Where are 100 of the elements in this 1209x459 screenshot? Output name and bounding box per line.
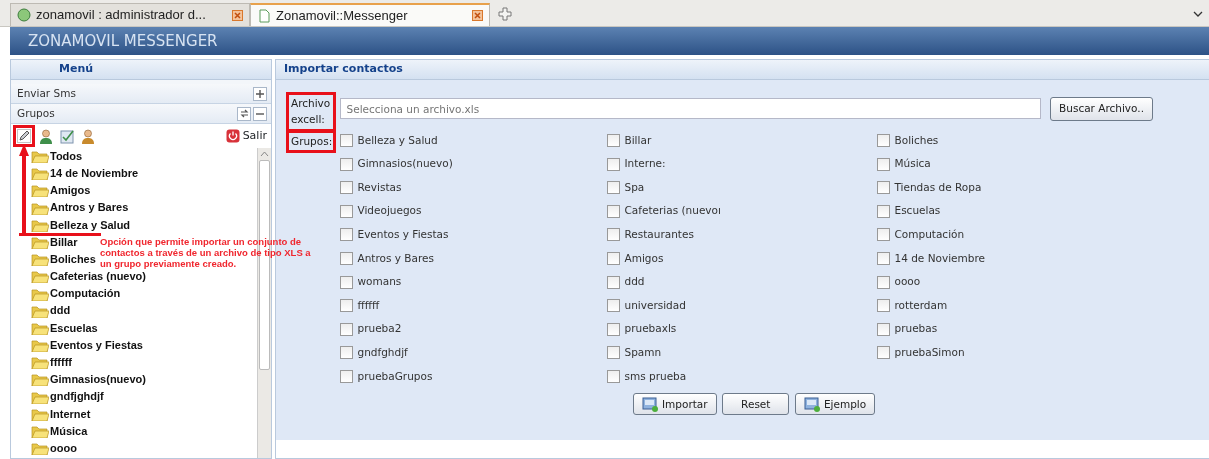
browser-tab[interactable]: zonamovil : administrador d... [10, 3, 250, 26]
checkbox-label: Spamn [624, 344, 662, 360]
tree-item[interactable]: Eventos y Fiestas [31, 338, 143, 353]
checkbox[interactable] [876, 299, 890, 313]
checkbox[interactable] [606, 275, 620, 289]
checkbox[interactable] [339, 181, 353, 195]
tree-item[interactable]: Cafeterias (nuevo) [31, 269, 146, 284]
browse-button[interactable]: Buscar Archivo.. [1050, 97, 1153, 121]
tree-item[interactable]: ddd [31, 303, 71, 318]
checkbox-label: pruebas [894, 321, 938, 337]
form-button[interactable]: Ejemplo [794, 393, 876, 416]
checkbox[interactable] [876, 322, 890, 336]
user-icon [81, 128, 96, 144]
tree-item[interactable]: Boliches [31, 252, 96, 267]
checkbox[interactable] [876, 204, 890, 218]
refresh-icon [239, 109, 249, 118]
tree-item[interactable]: Billar [31, 234, 78, 249]
checkbox[interactable] [606, 299, 620, 313]
checkbox[interactable] [339, 134, 353, 147]
refresh-button[interactable] [237, 106, 251, 121]
tree-item[interactable]: Gimnasios(nuevo) [31, 372, 146, 387]
tree-item[interactable]: Antros y Bares [31, 200, 129, 215]
checkbox[interactable] [339, 251, 353, 265]
checkbox[interactable] [339, 322, 353, 336]
tree-item[interactable]: 14 de Noviembre [31, 166, 139, 181]
tree-item[interactable]: Belleza y Salud [31, 217, 131, 232]
checkbox-label: Interne: [624, 156, 666, 172]
checkbox-label: pruebaxls [624, 321, 677, 337]
tree-item[interactable]: Amigos [31, 183, 91, 198]
power-icon [225, 129, 240, 143]
checkbox-label: Spa [624, 179, 645, 195]
folder-icon [31, 166, 49, 181]
checkbox[interactable] [876, 134, 890, 147]
edit-button[interactable] [15, 127, 33, 145]
check-edit-icon [60, 128, 75, 144]
folder-icon [31, 217, 49, 232]
folder-icon [31, 406, 49, 421]
checkbox[interactable] [339, 369, 353, 383]
checkbox[interactable] [339, 204, 353, 218]
folder-icon [31, 286, 49, 301]
checkbox-label: Boliches [894, 132, 939, 148]
folder-icon [31, 355, 49, 370]
checkbox-label: prueba2 [357, 321, 402, 337]
form-button[interactable]: Importar [633, 393, 717, 416]
folder-icon [31, 149, 49, 163]
checkbox[interactable] [606, 251, 620, 265]
tree-item[interactable]: Todos [31, 149, 83, 163]
tree-item[interactable]: Escuelas [31, 320, 98, 335]
checkbox[interactable] [339, 228, 353, 242]
checkbox[interactable] [876, 228, 890, 242]
checkbox[interactable] [606, 181, 620, 195]
checkbox-label: ddd [624, 274, 645, 290]
section-header[interactable]: Grupos [11, 104, 271, 124]
checkbox-label: Belleza y Salud [357, 132, 438, 148]
checkbox[interactable] [876, 251, 890, 265]
checkbox[interactable] [606, 322, 620, 336]
folder-icon [31, 183, 49, 198]
checkbox[interactable] [876, 157, 890, 171]
collapse-button[interactable] [253, 106, 267, 121]
folder-icon [31, 303, 49, 318]
checkbox[interactable] [339, 299, 353, 313]
section-header[interactable]: Enviar Sms [11, 84, 271, 104]
tree-item[interactable]: oooo [31, 441, 77, 456]
checkbox[interactable] [606, 369, 620, 383]
tree-item[interactable]: Computación [31, 286, 121, 301]
exit-button[interactable]: Salir [225, 127, 267, 145]
checkbox[interactable] [339, 157, 353, 171]
tree-item[interactable]: gndfjghdjf [31, 389, 104, 404]
checkbox-label: universidad [624, 297, 686, 313]
checkbox-label: Restaurantes [624, 227, 694, 242]
checkbox[interactable] [606, 157, 620, 171]
checkbox[interactable] [339, 275, 353, 289]
checkbox[interactable] [339, 346, 353, 360]
tree-item[interactable]: ffffff [31, 355, 72, 370]
checkbox[interactable] [876, 275, 890, 289]
folder-icon [31, 338, 49, 353]
checkbox[interactable] [606, 228, 620, 242]
browser-tab[interactable]: Zonamovil::Messenger [250, 3, 490, 26]
tree-item[interactable]: Internet [31, 406, 91, 421]
checkbox[interactable] [876, 346, 890, 360]
close-icon [472, 10, 483, 21]
tree-item[interactable]: Música [31, 424, 88, 438]
checkbox-label: Música [894, 156, 931, 172]
checkbox-label: pruebaGrupos [357, 368, 433, 384]
expand-button[interactable] [253, 86, 267, 101]
panel-title: Importar contactos [283, 61, 403, 78]
checkbox-label: Videojuegos [357, 203, 422, 219]
folder-icon [31, 424, 49, 438]
checkbox-label: Billar [624, 132, 652, 148]
app-title: ZONAMOVIL MESSENGER [10, 27, 1209, 55]
form-button[interactable]: Reset [722, 393, 790, 416]
checkbox-label: oooo [894, 274, 921, 290]
file-field[interactable]: Selecciona un archivo.xls [339, 98, 1041, 119]
checkbox[interactable] [606, 204, 620, 218]
field-label: Grupos: [288, 131, 334, 152]
checkbox-label: Eventos y Fiestas [357, 227, 449, 242]
checkbox[interactable] [606, 346, 620, 360]
checkbox[interactable] [876, 181, 890, 195]
checkbox-label: Escuelas [894, 203, 941, 219]
checkbox[interactable] [606, 134, 620, 147]
